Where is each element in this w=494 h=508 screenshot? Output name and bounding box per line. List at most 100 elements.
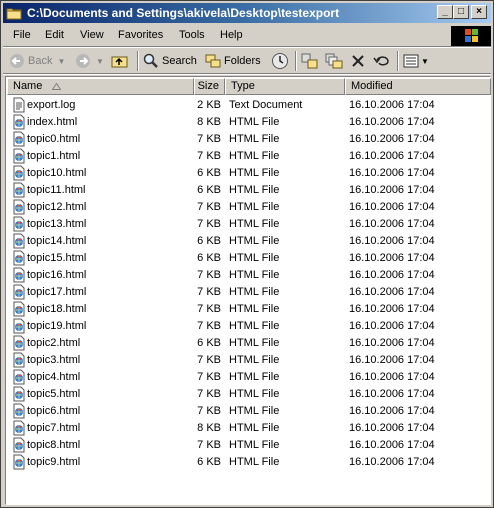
column-header-size[interactable]: Size [194, 78, 225, 95]
file-size: 8 KB [197, 422, 221, 434]
file-row[interactable]: topic15.html 6 KB HTML File 16.10.2006 17:0… [7, 250, 491, 267]
file-size: 7 KB [197, 150, 221, 162]
views-button[interactable]: ▼ [403, 51, 429, 71]
column-header-type[interactable]: Type [225, 78, 345, 95]
close-button[interactable]: × [471, 5, 487, 19]
file-size: 7 KB [197, 133, 221, 145]
menu-help[interactable]: Help [220, 29, 243, 41]
copy-to-button[interactable] [325, 51, 343, 71]
file-modified: 16.10.2006 17:04 [349, 388, 435, 400]
file-row[interactable]: topic3.html 7 KB HTML File 16.10.2006 17:04 [7, 352, 491, 369]
file-type: HTML File [229, 218, 280, 230]
file-type: HTML File [229, 116, 280, 128]
forward-dropdown-icon[interactable]: ▼ [96, 57, 104, 66]
html-file-icon [11, 216, 27, 232]
delete-button[interactable] [351, 51, 365, 71]
file-row[interactable]: topic0.html 7 KB HTML File 16.10.2006 17:04 [7, 131, 491, 148]
file-row[interactable]: topic19.html 7 KB HTML File 16.10.2006 17:0… [7, 318, 491, 335]
file-type: HTML File [229, 252, 280, 264]
file-modified: 16.10.2006 17:04 [349, 405, 435, 417]
folders-button[interactable]: Folders [205, 51, 261, 71]
undo-icon [373, 56, 389, 66]
menu-edit[interactable]: Edit [45, 29, 64, 41]
file-type: Text Document [229, 99, 303, 111]
html-file-icon [11, 131, 27, 147]
file-size: 7 KB [197, 201, 221, 213]
file-row[interactable]: topic18.html 7 KB HTML File 16.10.2006 17:0… [7, 301, 491, 318]
menu-separator [3, 46, 491, 48]
file-type: HTML File [229, 388, 280, 400]
file-row[interactable]: topic9.html 6 KB HTML File 16.10.2006 17:04 [7, 454, 491, 471]
file-name: topic7.html [27, 422, 81, 434]
file-modified: 16.10.2006 17:04 [349, 371, 435, 383]
file-modified: 16.10.2006 17:04 [349, 354, 435, 366]
file-row[interactable]: topic8.html 7 KB HTML File 16.10.2006 17:04 [7, 437, 491, 454]
back-dropdown-icon[interactable]: ▼ [57, 57, 65, 66]
html-file-icon [11, 403, 27, 419]
file-type: HTML File [229, 405, 280, 417]
up-folder-button[interactable] [111, 51, 129, 71]
toolbar-separator [137, 51, 139, 71]
history-button[interactable] [271, 51, 289, 71]
file-name: topic12.html [27, 201, 87, 213]
file-modified: 16.10.2006 17:04 [349, 252, 435, 264]
file-modified: 16.10.2006 17:04 [349, 201, 435, 213]
column-header-modified[interactable]: Modified [345, 78, 491, 95]
file-row[interactable]: topic16.html 7 KB HTML File 16.10.2006 17:0… [7, 267, 491, 284]
file-modified: 16.10.2006 17:04 [349, 116, 435, 128]
file-row[interactable]: topic17.html 7 KB HTML File 16.10.2006 17:0… [7, 284, 491, 301]
file-modified: 16.10.2006 17:04 [349, 133, 435, 145]
minimize-button[interactable]: _ [437, 5, 453, 19]
menu-view[interactable]: View [80, 29, 104, 41]
column-header-name[interactable]: Name [7, 78, 194, 95]
title-bar[interactable]: C:\Documents and Settings\akivela\Deskto… [3, 3, 491, 23]
move-to-button[interactable] [301, 51, 319, 71]
undo-button[interactable] [373, 51, 391, 71]
search-button[interactable]: Search [143, 51, 197, 71]
file-row[interactable]: topic10.html 6 KB HTML File 16.10.2006 17:0… [7, 165, 491, 182]
file-row[interactable]: export.log 2 KB Text Document 16.10.2006 17… [7, 97, 491, 114]
file-size: 2 KB [197, 99, 221, 111]
file-row[interactable]: index.html 8 KB HTML File 16.10.2006 17:04 [7, 114, 491, 131]
window-title: C:\Documents and Settings\akivela\Deskto… [27, 6, 340, 20]
file-name: topic14.html [27, 235, 87, 247]
menu-bar: File Edit View Favorites Tools Help [3, 25, 491, 46]
file-name: topic3.html [27, 354, 81, 366]
folders-icon [205, 54, 221, 68]
file-row[interactable]: topic11.html 6 KB HTML File 16.10.2006 17:0… [7, 182, 491, 199]
menu-file[interactable]: File [13, 29, 31, 41]
forward-button[interactable]: ▼ [75, 51, 104, 71]
toolbar-separator [397, 51, 399, 71]
file-row[interactable]: topic1.html 7 KB HTML File 16.10.2006 17:04 [7, 148, 491, 165]
file-modified: 16.10.2006 17:04 [349, 456, 435, 468]
file-type: HTML File [229, 286, 280, 298]
views-dropdown-icon[interactable]: ▼ [421, 57, 429, 66]
file-name: topic13.html [27, 218, 87, 230]
file-list[interactable]: Name Size Type Modified export.log 2 KB Te… [5, 76, 491, 505]
windows-logo-icon [451, 26, 491, 46]
file-modified: 16.10.2006 17:04 [349, 303, 435, 315]
file-row[interactable]: topic2.html 6 KB HTML File 16.10.2006 17:04 [7, 335, 491, 352]
file-row[interactable]: topic13.html 7 KB HTML File 16.10.2006 17:0… [7, 216, 491, 233]
views-icon [403, 54, 419, 68]
file-row[interactable]: topic14.html 6 KB HTML File 16.10.2006 17:0… [7, 233, 491, 250]
file-row[interactable]: topic7.html 8 KB HTML File 16.10.2006 17:04 [7, 420, 491, 437]
file-row[interactable]: topic5.html 7 KB HTML File 16.10.2006 17:04 [7, 386, 491, 403]
file-row[interactable]: topic12.html 7 KB HTML File 16.10.2006 17:0… [7, 199, 491, 216]
file-row[interactable]: topic4.html 7 KB HTML File 16.10.2006 17:04 [7, 369, 491, 386]
text-file-icon [11, 97, 27, 113]
maximize-button[interactable]: □ [453, 5, 469, 19]
html-file-icon [11, 420, 27, 436]
html-file-icon [11, 148, 27, 164]
menu-favorites[interactable]: Favorites [118, 29, 163, 41]
back-button[interactable]: Back ▼ [9, 51, 65, 71]
html-file-icon [11, 454, 27, 470]
file-type: HTML File [229, 456, 280, 468]
move-to-icon [301, 53, 318, 69]
file-name: topic11.html [27, 184, 86, 196]
file-name: topic9.html [27, 456, 81, 468]
toolbar-separator-line [3, 73, 491, 75]
file-row[interactable]: topic6.html 7 KB HTML File 16.10.2006 17:04 [7, 403, 491, 420]
menu-tools[interactable]: Tools [179, 29, 205, 41]
file-type: HTML File [229, 439, 280, 451]
